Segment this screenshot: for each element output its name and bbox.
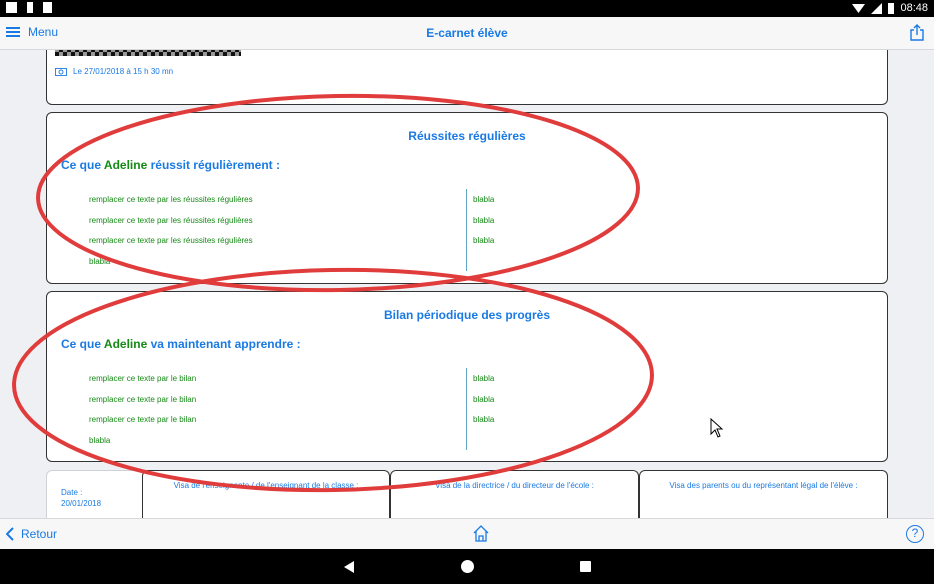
list-item: blabla (473, 374, 495, 383)
page-title: E-carnet élève (426, 26, 508, 40)
list-item: blabla (89, 435, 111, 445)
help-button[interactable]: ? (906, 525, 924, 543)
wifi-icon (852, 3, 866, 13)
list-item: remplacer ce texte par le bilan (89, 374, 197, 383)
parents-visa-label: Visa des parents ou du représentant léga… (669, 481, 858, 490)
bilan-subtitle: Ce que Adeline va maintenant apprendre : (61, 337, 301, 351)
bilan-right-list: blabla blabla blabla (473, 374, 494, 436)
date-value: 20/01/2018 (61, 499, 102, 508)
camera-icon (55, 68, 67, 76)
teacher-visa-box[interactable]: Visa de l'enseignante / de l'enseignant … (142, 470, 390, 518)
success-subtitle-prefix: Ce que (61, 158, 102, 172)
navigation-bar: Menu E-carnet élève (0, 17, 934, 50)
list-item: remplacer ce texte par les réussites rég… (89, 195, 253, 204)
bilan-subtitle-prefix: Ce que (61, 337, 102, 351)
photo-strip (55, 50, 241, 56)
photo-date-text: Le 27/01/2018 à 15 h 30 mn (73, 67, 174, 76)
battery-icon (888, 2, 895, 14)
mouse-cursor-icon (710, 418, 724, 438)
list-item: blabla (473, 394, 495, 404)
student-name: Adeline (103, 158, 148, 172)
share-button[interactable] (910, 24, 924, 46)
success-left-list: remplacer ce texte par les réussites rég… (89, 195, 253, 277)
android-back-icon[interactable] (344, 561, 354, 573)
success-card: Réussites régulières Ce que Adeline réus… (46, 112, 888, 284)
director-visa-label: Visa de la directrice / du directeur de … (435, 481, 594, 490)
bilan-subtitle-suffix: va maintenant apprendre : (150, 337, 301, 351)
key-icon (27, 2, 33, 13)
date-label: Date : (61, 488, 83, 497)
date-field: Date : 20/01/2018 (61, 487, 101, 509)
teacher-visa-label: Visa de l'enseignante / de l'enseignant … (173, 481, 359, 490)
photo-card: Le 27/01/2018 à 15 h 30 mn (46, 50, 888, 105)
student-name: Adeline (103, 337, 148, 351)
list-item: remplacer ce texte par le bilan (89, 394, 197, 404)
android-home-icon[interactable] (461, 560, 474, 573)
signal-icon (871, 2, 883, 14)
list-item: blabla (89, 256, 111, 266)
list-item: remplacer ce texte par les réussites rég… (89, 215, 253, 225)
status-time: 08:48 (900, 2, 928, 14)
bilan-left-list: remplacer ce texte par le bilan remplace… (89, 374, 196, 456)
bilan-title: Bilan périodique des progrès (383, 308, 551, 322)
parents-visa-box[interactable]: Visa des parents ou du représentant léga… (639, 470, 888, 518)
list-item: remplacer ce texte par les réussites rég… (89, 236, 253, 245)
status-bar: 08:48 (0, 0, 934, 17)
list-item: blabla (473, 195, 495, 204)
photo-date: Le 27/01/2018 à 15 h 30 mn (55, 67, 173, 76)
column-divider (466, 189, 467, 271)
android-navigation-bar (0, 549, 934, 584)
share-icon (910, 24, 924, 41)
director-visa-box[interactable]: Visa de la directrice / du directeur de … (390, 470, 639, 518)
android-recents-icon[interactable] (580, 561, 591, 572)
home-button[interactable] (472, 525, 490, 547)
success-subtitle-suffix: réussit régulièrement : (150, 158, 280, 172)
content-area[interactable]: Le 27/01/2018 à 15 h 30 mn Réussites rég… (0, 50, 934, 518)
date-box: Date : 20/01/2018 (46, 470, 142, 518)
list-item: blabla (473, 415, 495, 424)
sd-card-icon (43, 2, 52, 13)
list-item: blabla (473, 236, 495, 245)
gmail-icon (6, 2, 17, 13)
list-item: blabla (473, 215, 495, 225)
list-item: remplacer ce texte par le bilan (89, 415, 197, 424)
back-label: Retour (21, 527, 58, 541)
success-subtitle: Ce que Adeline réussit régulièrement : (61, 158, 280, 172)
bottom-toolbar: Retour ? (0, 518, 934, 549)
bilan-card: Bilan périodique des progrès Ce que Adel… (46, 291, 888, 462)
home-icon (473, 525, 489, 542)
chevron-left-icon (6, 527, 14, 541)
visa-section: Date : 20/01/2018 Visa de l'enseignante … (46, 470, 888, 518)
back-button[interactable]: Retour (6, 527, 57, 541)
column-divider (466, 368, 467, 450)
success-right-list: blabla blabla blabla (473, 195, 494, 257)
success-title: Réussites régulières (408, 129, 526, 143)
